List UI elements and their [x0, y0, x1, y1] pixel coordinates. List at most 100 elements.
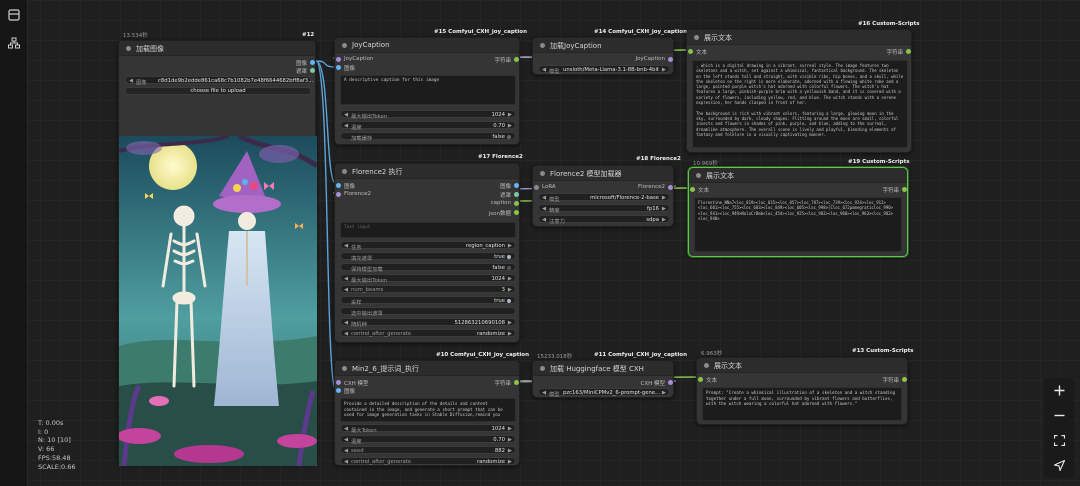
- plus-icon[interactable]: [1051, 382, 1067, 398]
- output-cxh-model-dot[interactable]: [668, 380, 673, 385]
- output-image-dot[interactable]: [310, 60, 315, 65]
- cache-toggle[interactable]: 加载缓存 false: [340, 132, 516, 142]
- locate-icon[interactable]: [1051, 457, 1067, 473]
- collapse-dot[interactable]: [540, 171, 545, 176]
- joycaption-model-combo[interactable]: ◀ 模型 unsloth/Meta-Llama-3.1-8B-bnb-4bit …: [538, 65, 670, 75]
- attention-combo[interactable]: ◀ 注意力 sdpa ▶: [538, 215, 670, 225]
- arrow-right-icon[interactable]: ▶: [508, 287, 512, 293]
- output-string-port[interactable]: 字符串: [886, 48, 911, 56]
- max-token-widget[interactable]: ◀ 最大输出Token 1024 ▶: [340, 274, 516, 284]
- tree-icon[interactable]: [6, 35, 22, 51]
- arrow-left-icon[interactable]: ◀: [344, 243, 348, 249]
- hf-model-combo[interactable]: ◀ 模型 pzc163/MiniCPMv2_6-prompt-gene... ▶: [538, 388, 670, 398]
- collapse-dot[interactable]: [694, 35, 699, 40]
- input-image-dot[interactable]: [336, 388, 341, 393]
- output-joycaption-dot[interactable]: [668, 57, 673, 62]
- temperature-widget[interactable]: ◀ 温度 0.70 ▶: [340, 435, 516, 445]
- input-image-dot[interactable]: [336, 183, 341, 188]
- input-text-port[interactable]: 文本: [690, 186, 709, 194]
- output-string-dot[interactable]: [514, 57, 519, 62]
- arrow-right-icon[interactable]: ▶: [508, 112, 512, 118]
- text-display[interactable]: , which is a digital drawing in a vibran…: [692, 60, 908, 148]
- collapse-dot[interactable]: [540, 43, 545, 48]
- num-beams-widget[interactable]: ◀ num_beams 3 ▶: [340, 285, 516, 293]
- input-lora-port[interactable]: LoRA: [534, 184, 556, 190]
- input-text-dot[interactable]: [688, 49, 693, 54]
- show-text-19-node[interactable]: 10.969秒 展示文本 文本 字符串 Florentine_NNa7<loc_…: [688, 161, 908, 257]
- arrow-left-icon[interactable]: ◀: [542, 217, 546, 223]
- arrow-left-icon[interactable]: ◀: [344, 448, 348, 454]
- minus-icon[interactable]: [1051, 407, 1067, 423]
- output-mask-port[interactable]: 遮罩: [500, 191, 519, 199]
- arrow-left-icon[interactable]: ◀: [542, 206, 546, 212]
- arrow-right-icon[interactable]: ▶: [662, 390, 666, 396]
- temperature-widget[interactable]: ◀ 温度 0.70 ▶: [340, 121, 516, 131]
- choose-file-button[interactable]: choose file to upload: [125, 87, 311, 95]
- arrow-right-icon[interactable]: ▶: [508, 437, 512, 443]
- fill-mask-toggle[interactable]: 填充遮罩 true: [340, 252, 516, 262]
- arrow-left-icon[interactable]: ◀: [542, 195, 546, 201]
- collapse-dot[interactable]: [704, 363, 709, 368]
- show-text-19-title-bar[interactable]: 展示文本: [689, 168, 907, 183]
- fit-view-icon[interactable]: [1051, 432, 1067, 448]
- input-image-dot[interactable]: [336, 65, 341, 70]
- collapse-dot[interactable]: [342, 43, 347, 48]
- collapse-dot[interactable]: [342, 169, 347, 174]
- max-token-widget[interactable]: ◀ 最大Token 1024 ▶: [340, 424, 516, 434]
- precision-combo[interactable]: ◀ 精度 fp16 ▶: [538, 204, 670, 214]
- input-text-dot[interactable]: [698, 377, 703, 382]
- arrow-left-icon[interactable]: ◀: [344, 112, 348, 118]
- minicpm-run-title-bar[interactable]: Min2_6_提示词_执行: [335, 361, 519, 376]
- input-cxh-model-dot[interactable]: [336, 380, 341, 385]
- arrow-left-icon[interactable]: ◀: [344, 276, 348, 282]
- output-json-port[interactable]: json数据: [489, 209, 519, 217]
- collapse-dot[interactable]: [696, 173, 701, 178]
- arrow-left-icon[interactable]: ◀: [344, 331, 348, 337]
- output-mask-dot[interactable]: [514, 192, 519, 197]
- arrow-left-icon[interactable]: ◀: [344, 123, 348, 129]
- arrow-right-icon[interactable]: ▶: [508, 123, 512, 129]
- text-display[interactable]: Prompt: "Create a whimsical illustration…: [702, 387, 902, 421]
- input-text-dot[interactable]: [690, 187, 695, 192]
- input-image-port[interactable]: 图像: [336, 387, 355, 395]
- arrow-right-icon[interactable]: ▶: [508, 426, 512, 432]
- arrow-right-icon[interactable]: ▶: [508, 243, 512, 249]
- arrow-left-icon[interactable]: ◀: [344, 437, 348, 443]
- load-joycaption-title-bar[interactable]: 加载JoyCaption: [533, 38, 673, 53]
- output-mask-port[interactable]: 遮罩: [296, 67, 315, 75]
- toggle-knob[interactable]: [507, 265, 511, 270]
- collapse-dot[interactable]: [126, 46, 131, 51]
- input-florence2-dot[interactable]: [336, 192, 341, 197]
- sample-toggle[interactable]: 采样 true: [340, 296, 516, 306]
- prompt-textarea[interactable]: A descriptive caption for this image: [340, 75, 516, 105]
- input-text-port[interactable]: 文本: [698, 376, 717, 384]
- arrow-right-icon[interactable]: ▶: [662, 206, 666, 212]
- keep-model-toggle[interactable]: 保持模型加载 false: [340, 263, 516, 273]
- input-florence2-port[interactable]: Florence2: [336, 191, 371, 197]
- show-text-13-title-bar[interactable]: 展示文本: [697, 358, 907, 373]
- arrow-right-icon[interactable]: ▶: [508, 276, 512, 282]
- toggle-knob[interactable]: [507, 134, 511, 139]
- arrow-right-icon[interactable]: ▶: [508, 331, 512, 337]
- input-image-port[interactable]: 图像: [336, 64, 355, 72]
- arrow-right-icon[interactable]: ▶: [662, 195, 666, 201]
- control-after-generate-combo[interactable]: ◀ control_after_generate randomize ▶: [340, 457, 516, 465]
- toggle-knob[interactable]: [507, 298, 511, 303]
- joycaption-node[interactable]: JoyCaption JoyCaption 图像 字符串 A descripti…: [334, 37, 520, 145]
- arrow-left-icon[interactable]: ◀: [542, 67, 546, 73]
- text-display[interactable]: Florentine_NNa7<loc_819><loc_835><loc_85…: [694, 197, 902, 252]
- input-text-port[interactable]: 文本: [688, 48, 707, 56]
- output-image-port[interactable]: 图像: [296, 59, 315, 67]
- collapse-dot[interactable]: [540, 366, 545, 371]
- input-cxh-model-port[interactable]: CXH 模型: [336, 379, 369, 387]
- show-text-16-node[interactable]: 展示文本 文本 字符串 , which is a digital drawing…: [686, 29, 912, 153]
- arrow-left-icon[interactable]: ◀: [344, 320, 348, 326]
- input-image-port[interactable]: 图像: [336, 182, 355, 190]
- output-caption-dot[interactable]: [514, 201, 519, 206]
- arrow-right-icon[interactable]: ▶: [508, 459, 512, 465]
- output-image-port[interactable]: 图像: [500, 182, 519, 190]
- output-string-dot[interactable]: [902, 377, 907, 382]
- output-string-port[interactable]: 字符串: [882, 376, 907, 384]
- input-joycaption-dot[interactable]: [336, 57, 341, 62]
- minicpm-run-node[interactable]: Min2_6_提示词_执行 CXH 模型 图像 字符串 Provide a de…: [334, 360, 520, 466]
